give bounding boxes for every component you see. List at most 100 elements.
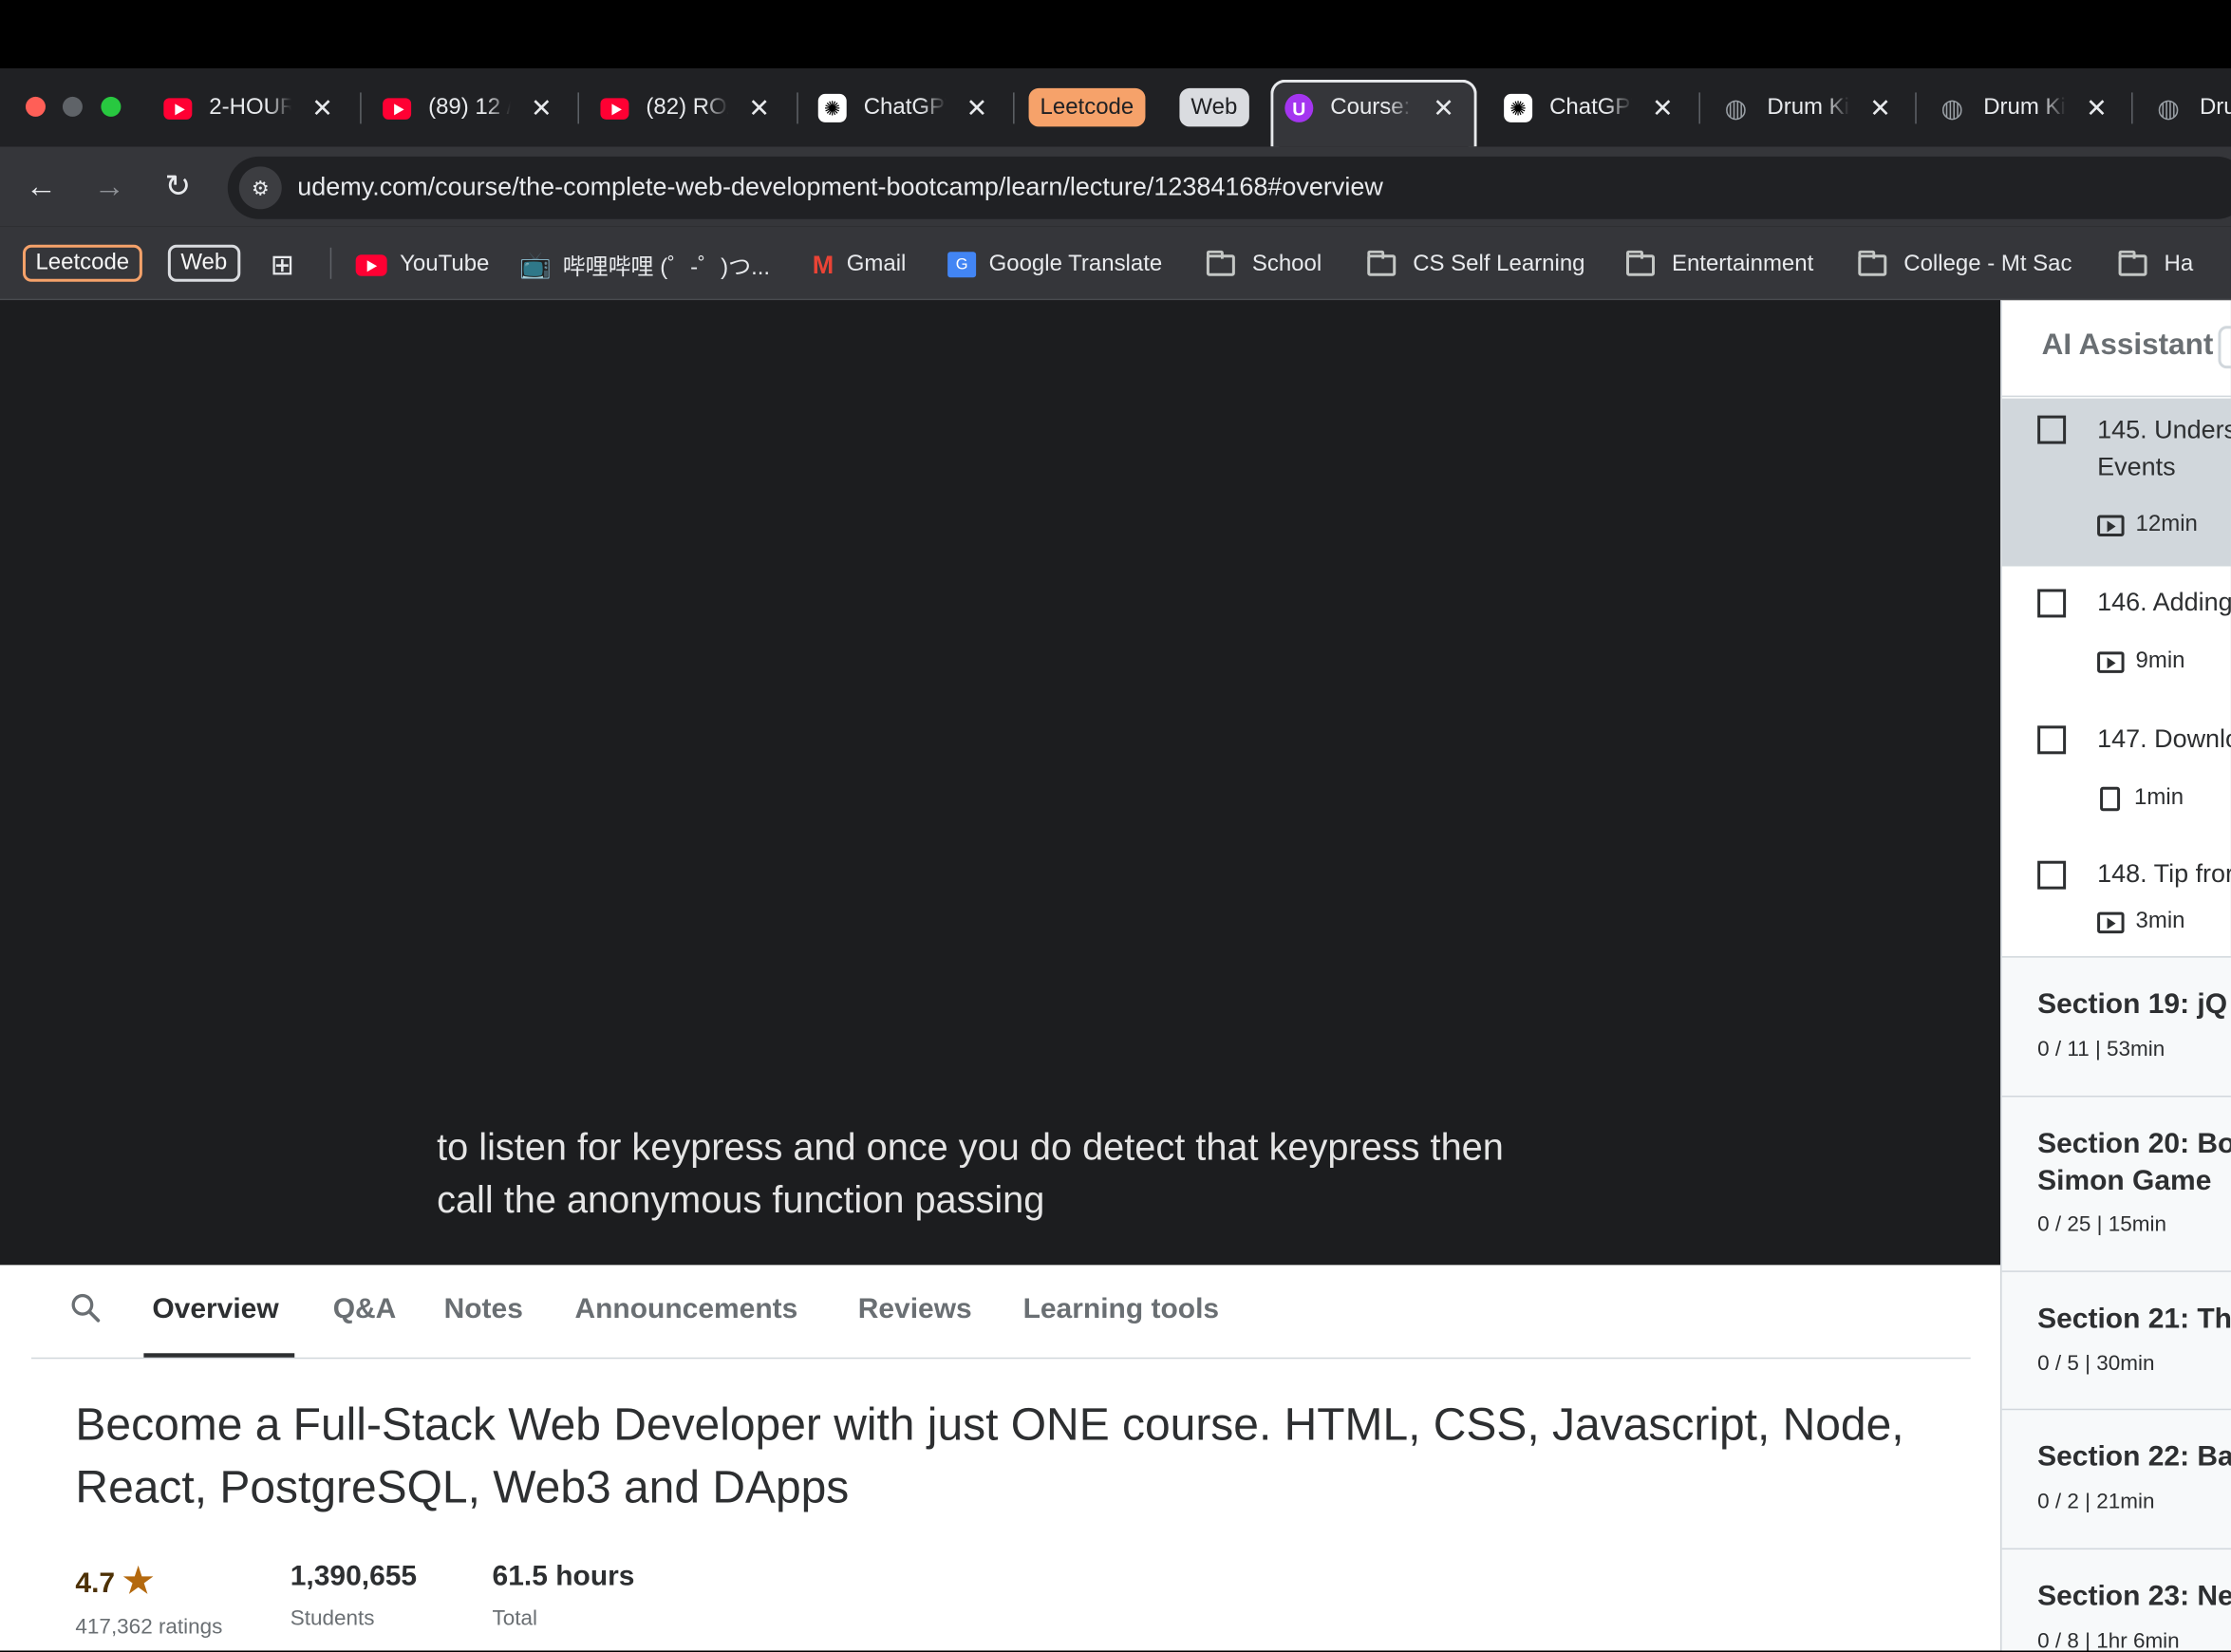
lecture-checkbox[interactable] (2037, 860, 2067, 890)
close-icon[interactable]: ✕ (1869, 93, 1891, 122)
udemy-icon: U (1284, 93, 1314, 122)
tab-separator (1915, 92, 1917, 124)
globe-icon: ◍ (1940, 93, 1963, 122)
folder-icon (1206, 250, 1235, 275)
lecture-checkbox[interactable] (2037, 725, 2067, 755)
tab-announcements[interactable]: Announcements (574, 1293, 797, 1325)
site-info-icon[interactable]: ⚙ (238, 166, 282, 210)
lecture-item-146[interactable]: 146. Adding 9min (2002, 566, 2231, 703)
lecture-item-148[interactable]: 148. Tip fror 3min (2002, 839, 2231, 956)
youtube-icon (355, 253, 387, 275)
section-22[interactable]: Section 22: Ba 0 / 2 | 21min (2001, 1408, 2231, 1549)
youtube-icon (383, 94, 412, 122)
star-icon: ★ (122, 1562, 154, 1602)
lecture-item-147[interactable]: 147. Downlo 1min (2002, 703, 2231, 839)
bookmark-folder-college[interactable]: College - Mt Sac (1858, 246, 2072, 283)
tab-drum-kit-1[interactable]: ◍ Drum Kit ✕ (1721, 85, 1891, 131)
browser-toolbar: ← → ↻ ⚙ udemy.com/course/the-complete-we… (0, 146, 2231, 227)
tab-youtube-3[interactable]: (82) ROA ✕ (600, 85, 770, 131)
forward-icon[interactable]: → (88, 165, 131, 208)
chatgpt-icon: ✺ (1504, 93, 1533, 122)
close-window-button[interactable] (25, 96, 46, 117)
folder-icon (1858, 250, 1887, 275)
close-icon[interactable]: ✕ (1652, 93, 1674, 122)
video-player[interactable]: to listen for keypress and once you do d… (0, 300, 2001, 1266)
course-content-area: Overview Q&A Notes Announcements Reviews… (0, 1265, 2001, 1651)
ai-assistant-tab[interactable]: AI Assistant (2042, 329, 2214, 363)
tab-youtube-2[interactable]: (89) 12 / ✕ (383, 85, 553, 131)
close-icon[interactable]: ✕ (2086, 93, 2108, 122)
maximize-window-button[interactable] (101, 96, 122, 117)
tab-notes[interactable]: Notes (444, 1293, 523, 1325)
section-21[interactable]: Section 21: Th 0 / 5 | 30min (2001, 1270, 2231, 1409)
bookmark-folder-ha[interactable]: Ha (2118, 246, 2193, 283)
bookmark-google-translate[interactable]: G Google Translate (947, 246, 1162, 283)
search-icon[interactable] (68, 1290, 111, 1333)
close-icon[interactable]: ✕ (966, 93, 988, 122)
bookmark-folder-entertainment[interactable]: Entertainment (1626, 246, 1813, 283)
folder-icon (1367, 250, 1397, 275)
bilibili-icon: 📺 (519, 250, 552, 278)
video-icon (2097, 650, 2125, 673)
course-title: Become a Full-Stack Web Developer with j… (75, 1399, 1904, 1513)
close-icon[interactable]: ✕ (311, 93, 333, 122)
course-sidebar: AI Assistant 145. Unders Events 12min 14… (2000, 300, 2231, 1651)
minimize-window-button[interactable] (62, 96, 83, 117)
course-hours: 61.5 hours Total (492, 1561, 635, 1631)
globe-icon: ◍ (2157, 93, 2180, 122)
folder-icon (2118, 250, 2147, 275)
tab-chatgpt-2[interactable]: ✺ ChatGPT ✕ (1504, 85, 1674, 131)
lecture-item-145[interactable]: 145. Unders Events 12min (2001, 398, 2231, 567)
tab-group-leetcode[interactable]: Leetcode (1028, 87, 1146, 127)
sidebar-header-button[interactable] (2218, 326, 2231, 369)
close-icon[interactable]: ✕ (748, 93, 770, 122)
video-caption: to listen for keypress and once you do d… (437, 1125, 1504, 1221)
tab-separator (577, 92, 579, 124)
close-icon[interactable]: ✕ (1433, 93, 1454, 122)
tab-overview[interactable]: Overview (152, 1293, 278, 1325)
apps-grid-icon[interactable]: ⊞ (271, 246, 294, 283)
bookmark-separator (329, 247, 332, 279)
tab-separator (2131, 92, 2133, 124)
address-bar[interactable]: ⚙ udemy.com/course/the-complete-web-deve… (227, 156, 2231, 219)
course-rating: 4.7 ★ 417,362 ratings (75, 1562, 223, 1640)
youtube-icon (600, 94, 629, 122)
tab-drum-kit-2[interactable]: ◍ Drum Kit ✕ (1938, 85, 2107, 131)
file-icon (2100, 786, 2121, 811)
bookmark-gmail[interactable]: M Gmail (813, 246, 907, 283)
tab-reviews[interactable]: Reviews (858, 1293, 972, 1325)
tab-separator (1013, 92, 1015, 124)
close-icon[interactable]: ✕ (531, 93, 553, 122)
reload-icon[interactable]: ↻ (157, 165, 199, 208)
youtube-icon (163, 94, 193, 122)
tab-group-web[interactable]: Web (1179, 87, 1249, 127)
bookmark-group-web[interactable]: Web (167, 244, 240, 282)
section-20[interactable]: Section 20: Bo Simon Game 0 / 25 | 15min (2001, 1095, 2231, 1271)
tab-separator (360, 92, 362, 124)
url-text[interactable]: udemy.com/course/the-complete-web-develo… (297, 172, 1383, 201)
folder-icon (1626, 250, 1655, 275)
back-icon[interactable]: ← (20, 165, 63, 208)
sidebar-header: AI Assistant (2001, 300, 2231, 398)
chatgpt-icon: ✺ (817, 93, 847, 122)
tab-udemy-course[interactable]: U Course: ✕ (1284, 85, 1454, 131)
bookmark-bilibili[interactable]: 📺 哔哩哔哩 (゜-゜)つ... (519, 246, 770, 283)
bookmark-youtube[interactable]: YouTube (355, 246, 489, 283)
lecture-checkbox[interactable] (2037, 415, 2067, 444)
tab-drum-kit-3[interactable]: ◍ Dru (2154, 85, 2231, 131)
tab-qa[interactable]: Q&A (333, 1293, 397, 1325)
tab-chatgpt-1[interactable]: ✺ ChatGPT ✕ (817, 85, 988, 131)
tab-learning-tools[interactable]: Learning tools (1023, 1293, 1220, 1325)
globe-icon: ◍ (1724, 93, 1748, 122)
section-23[interactable]: Section 23: Ne 0 / 8 | 1hr 6min (2001, 1548, 2231, 1651)
bookmark-folder-cs-self-learning[interactable]: CS Self Learning (1367, 246, 1585, 283)
video-icon (2097, 514, 2125, 536)
gmail-icon: M (812, 250, 834, 278)
bookmark-group-leetcode[interactable]: Leetcode (22, 244, 142, 282)
lecture-checkbox[interactable] (2037, 589, 2067, 618)
bookmark-folder-school[interactable]: School (1206, 246, 1322, 283)
video-icon (2097, 910, 2125, 933)
section-19[interactable]: Section 19: jQ 0 / 11 | 53min (2001, 956, 2231, 1096)
bookmarks-bar: Leetcode Web ⊞ YouTube 📺 哔哩哔哩 (゜-゜)つ... … (0, 226, 2231, 301)
tab-youtube-1[interactable]: 2-HOUR ✕ (163, 85, 333, 131)
